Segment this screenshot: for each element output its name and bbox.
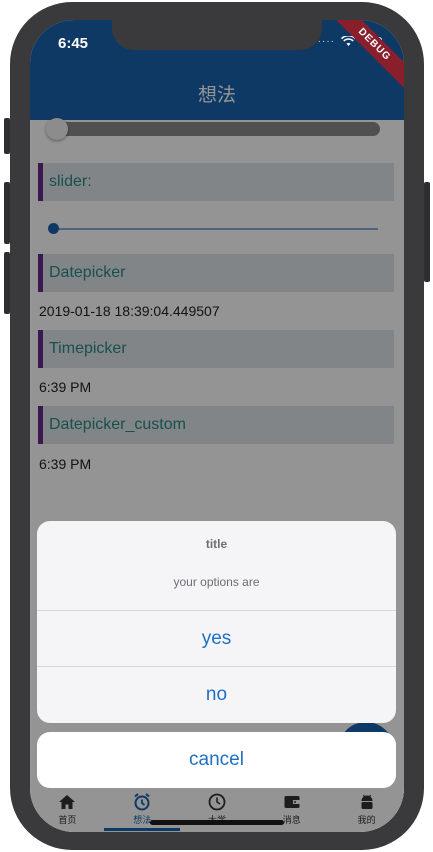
notch (112, 20, 322, 50)
action-no-button[interactable]: no (37, 667, 396, 723)
signal-icon: ···· (317, 36, 335, 47)
action-cancel-button[interactable]: cancel (37, 732, 396, 788)
mute-switch (4, 118, 10, 154)
power-button (424, 182, 430, 282)
phone-screen: 想法 6:45 ···· DEBUG slider: Datepicker 20… (30, 20, 404, 832)
home-indicator[interactable] (150, 820, 284, 825)
volume-up-button (4, 182, 10, 244)
action-sheet-title: title (205, 537, 228, 551)
action-yes-button[interactable]: yes (37, 611, 396, 667)
action-sheet: title your options are yes no (37, 521, 396, 723)
action-sheet-header: title your options are (37, 521, 396, 611)
action-sheet-message: your options are (173, 575, 260, 589)
volume-down-button (4, 252, 10, 314)
status-time: 6:45 (58, 35, 89, 52)
